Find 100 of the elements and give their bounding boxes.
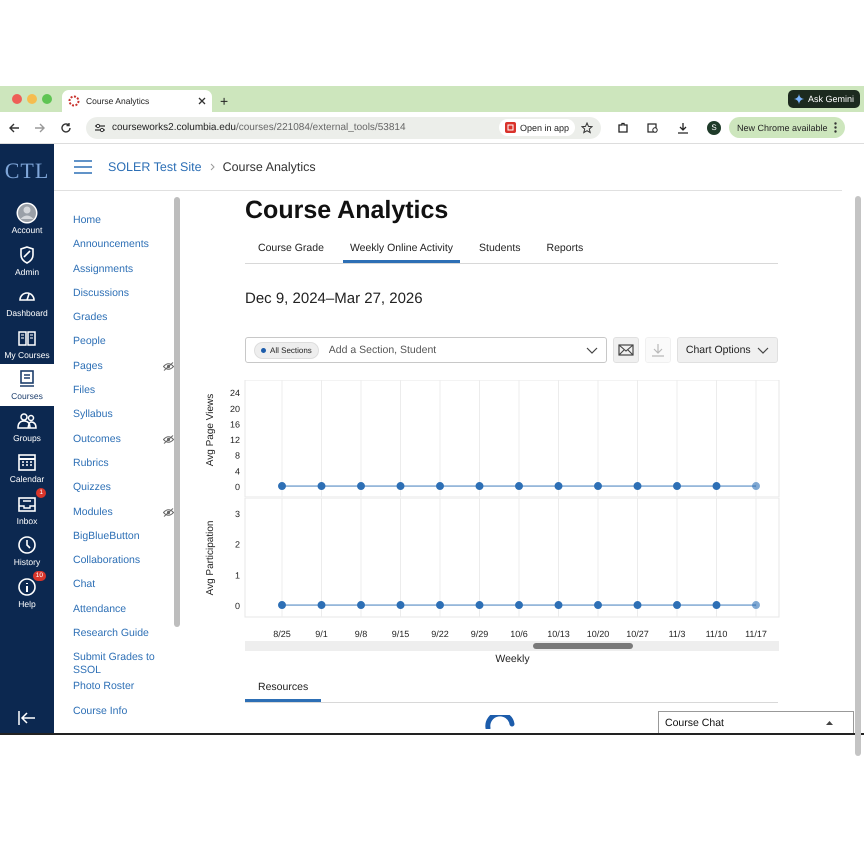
global-nav-item[interactable]: Account <box>0 198 54 240</box>
data-point[interactable] <box>357 601 365 610</box>
course-nav-link[interactable]: BigBlueButton <box>73 526 174 552</box>
site-settings-icon <box>94 122 106 134</box>
data-point[interactable] <box>278 482 286 490</box>
star-icon[interactable] <box>581 122 593 134</box>
course-nav-link[interactable]: Announcements <box>73 235 174 260</box>
axis-tick-label: 9/29 <box>470 629 488 639</box>
axis-tick-label: 9/8 <box>354 629 368 639</box>
course-nav-link[interactable]: Grades <box>73 308 174 332</box>
course-nav-link[interactable]: Attendance <box>73 600 174 624</box>
global-nav-item[interactable]: My Courses <box>0 322 54 364</box>
ctl-logo[interactable]: CTL <box>0 144 54 198</box>
email-button[interactable] <box>613 337 640 363</box>
menu-icon[interactable] <box>74 160 92 174</box>
course-nav-link[interactable]: Home <box>73 211 174 236</box>
course-nav-link[interactable]: Files <box>73 381 174 406</box>
data-point[interactable] <box>554 601 562 610</box>
global-nav-item[interactable]: Groups <box>0 406 54 447</box>
collapse-icon[interactable] <box>18 711 36 725</box>
data-point[interactable] <box>673 601 681 610</box>
course-nav-link[interactable]: Research Guide <box>73 624 174 648</box>
data-point[interactable] <box>712 482 720 490</box>
tab[interactable]: Reports <box>540 236 590 263</box>
course-nav-link[interactable]: Chat <box>73 575 174 600</box>
course-nav-link[interactable]: Discussions <box>73 284 174 308</box>
tab[interactable]: Weekly Online Activity <box>342 236 460 263</box>
data-point[interactable] <box>436 482 444 490</box>
open-in-app-button[interactable]: Open in app <box>498 119 575 136</box>
new-tab-button[interactable]: + <box>212 90 236 112</box>
data-point[interactable] <box>476 601 484 610</box>
address-bar[interactable]: courseworks2.columbia.edu/courses/221084/external_tools/53814 Open in app <box>86 116 601 138</box>
more-icon <box>834 122 837 133</box>
course-chat-bar[interactable]: Course Chat <box>658 711 854 733</box>
global-nav-item[interactable]: Dashboard <box>0 281 54 322</box>
global-nav-item[interactable]: Calendar <box>0 447 54 488</box>
data-point[interactable] <box>515 482 523 490</box>
axis-tick-label: 11/10 <box>706 629 728 639</box>
data-point[interactable] <box>634 482 642 490</box>
filter-field[interactable]: All Sections Add a Section, Student <box>245 337 608 363</box>
course-nav-link[interactable]: Rubrics <box>73 454 174 478</box>
course-nav-link[interactable]: Syllabus <box>73 405 174 430</box>
data-point[interactable] <box>278 601 286 610</box>
data-point[interactable] <box>673 482 681 490</box>
tab[interactable]: Course Grade <box>251 236 331 263</box>
close-icon[interactable] <box>198 97 206 105</box>
breadcrumb-link[interactable]: SOLER Test Site <box>108 160 202 174</box>
tab[interactable]: Resources <box>245 671 322 702</box>
data-point[interactable] <box>594 601 602 610</box>
back-icon[interactable] <box>8 122 20 134</box>
clock-icon <box>16 534 38 556</box>
data-point[interactable] <box>515 601 523 610</box>
dot-icon <box>261 348 266 352</box>
tab[interactable]: Students <box>472 236 528 263</box>
data-point[interactable] <box>594 482 602 490</box>
data-point[interactable] <box>357 482 365 490</box>
profile-avatar[interactable]: S <box>707 120 721 134</box>
url-text: courseworks2.columbia.edu/courses/221084/external_tools/53814 <box>112 122 406 133</box>
caret-up-icon <box>826 720 833 724</box>
course-nav-link[interactable]: Course Info <box>73 702 174 726</box>
course-nav-link[interactable]: Assignments <box>73 260 174 284</box>
data-point[interactable] <box>634 601 642 610</box>
data-point[interactable] <box>396 482 404 490</box>
reload-icon[interactable] <box>60 122 72 134</box>
axis-tick-label: 10/13 <box>547 629 570 639</box>
global-nav-item[interactable]: Courses <box>0 364 54 406</box>
course-nav-link[interactable]: Photo Roster <box>73 677 174 702</box>
browser-tab[interactable]: Course Analytics <box>62 90 212 112</box>
data-point[interactable] <box>554 482 562 490</box>
axis-tick-label: 8 <box>234 450 240 461</box>
course-nav-link[interactable]: Submit Grades to SSOL <box>73 648 174 678</box>
axis-tick-label: 11/17 <box>745 629 767 639</box>
course-nav-link[interactable]: Pages <box>73 356 174 382</box>
data-point[interactable] <box>396 601 404 610</box>
course-nav-link[interactable]: Quizzes <box>73 478 174 503</box>
axis-title: Avg Page Views <box>205 394 216 466</box>
download-icon[interactable] <box>677 122 689 134</box>
info-icon <box>16 576 38 598</box>
chevron-down-icon <box>757 346 769 354</box>
course-nav-link[interactable]: Outcomes <box>73 430 174 454</box>
axis-tick-label: 10/20 <box>586 629 610 639</box>
data-point[interactable] <box>436 601 444 610</box>
global-nav-item[interactable]: Admin <box>0 240 54 281</box>
chart-options-button[interactable]: Chart Options <box>676 337 778 363</box>
data-point[interactable] <box>752 482 760 490</box>
data-point[interactable] <box>318 482 326 490</box>
global-nav-item[interactable]: History <box>0 530 54 572</box>
spinner-icon <box>68 95 80 107</box>
course-nav-link[interactable]: People <box>73 332 174 357</box>
forward-icon[interactable] <box>34 122 46 134</box>
course-nav-link[interactable]: Modules <box>73 502 174 527</box>
data-point[interactable] <box>318 601 326 610</box>
course-nav-link[interactable]: Collaborations <box>73 551 174 576</box>
section-chip[interactable]: All Sections <box>254 342 319 358</box>
data-point[interactable] <box>476 482 484 490</box>
data-point[interactable] <box>712 601 720 610</box>
puzzle-icon[interactable] <box>617 122 629 134</box>
update-chrome-button[interactable]: New Chrome available <box>729 117 845 138</box>
data-point[interactable] <box>752 601 760 610</box>
ask-gemini-button[interactable]: Ask Gemini <box>788 90 860 108</box>
